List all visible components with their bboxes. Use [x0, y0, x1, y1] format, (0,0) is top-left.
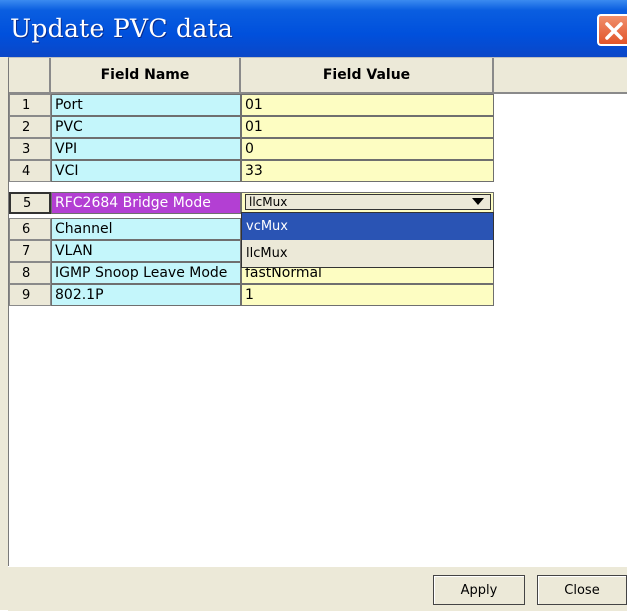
row-number[interactable]: 4 [9, 160, 51, 182]
field-name-header[interactable]: Field Name [51, 58, 241, 94]
field-value-cell[interactable]: 01 [241, 94, 494, 116]
field-value-cell[interactable]: 0 [241, 138, 494, 160]
dropdown-option-llcmux[interactable]: llcMux [242, 240, 493, 267]
field-value-cell[interactable]: 1 [241, 284, 494, 306]
field-name-cell[interactable]: Port [51, 94, 241, 116]
corner-header [9, 58, 51, 94]
empty-header [494, 58, 627, 94]
row-number[interactable]: 8 [9, 262, 51, 284]
field-name-cell[interactable]: Channel [51, 218, 241, 240]
row-number-selected[interactable]: 5 [9, 192, 51, 214]
dropdown-option-vcmux[interactable]: vcMux [242, 213, 493, 240]
field-name-cell-selected[interactable]: RFC2684 Bridge Mode [51, 192, 241, 214]
field-name-cell[interactable]: VCI [51, 160, 241, 182]
window-title: Update PVC data [10, 14, 234, 43]
row-number[interactable]: 1 [9, 94, 51, 116]
field-value-header[interactable]: Field Value [241, 58, 494, 94]
chevron-down-icon[interactable] [472, 198, 484, 206]
bridge-mode-dropdown: vcMux llcMux [241, 212, 494, 268]
row-number[interactable]: 6 [9, 218, 51, 240]
pvc-table: Field Name Field Value 1 Port 01 2 PVC 0… [8, 57, 627, 566]
row-number[interactable]: 2 [9, 116, 51, 138]
select-value: llcMux [249, 195, 288, 209]
window-close-button[interactable] [597, 14, 627, 46]
title-bar[interactable]: Update PVC data [0, 0, 627, 57]
field-name-cell[interactable]: PVC [51, 116, 241, 138]
field-value-cell[interactable]: 33 [241, 160, 494, 182]
apply-button[interactable]: Apply [433, 575, 525, 605]
field-name-cell[interactable]: IGMP Snoop Leave Mode [51, 262, 241, 284]
close-button[interactable]: Close [537, 575, 627, 605]
bridge-mode-select[interactable]: llcMux [245, 194, 491, 210]
field-name-cell[interactable]: VPI [51, 138, 241, 160]
field-name-cell[interactable]: 802.1P [51, 284, 241, 306]
field-value-cell[interactable]: 01 [241, 116, 494, 138]
row-number[interactable]: 7 [9, 240, 51, 262]
row-number[interactable]: 9 [9, 284, 51, 306]
row-number[interactable]: 3 [9, 138, 51, 160]
close-icon [605, 22, 623, 40]
update-pvc-dialog: Update PVC data Field Name Field Value 1… [0, 0, 627, 611]
button-bar: Apply Close [8, 566, 627, 611]
field-name-cell[interactable]: VLAN [51, 240, 241, 262]
